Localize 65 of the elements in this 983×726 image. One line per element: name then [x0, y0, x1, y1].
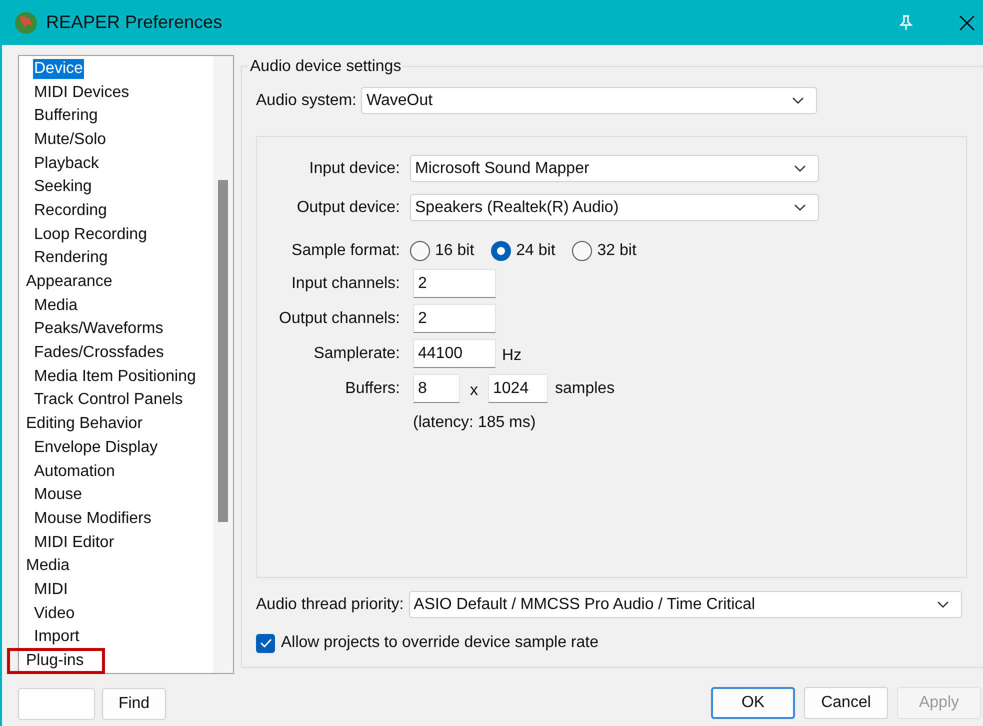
field-label: Output device: — [296, 198, 400, 218]
tree-item[interactable]: Mute/Solo — [33, 130, 108, 150]
checkbox-label: Allow projects to override device sample rate — [281, 633, 598, 653]
tree-item[interactable]: MIDI Devices — [33, 82, 130, 103]
dialog-button[interactable]: OK — [711, 687, 795, 719]
caret-icon — [792, 96, 804, 104]
tree-item[interactable]: Import — [33, 627, 80, 648]
tree-item[interactable]: Media — [33, 296, 79, 316]
field-label: Buffers: — [344, 378, 400, 398]
tree-item[interactable]: Playback — [33, 154, 100, 174]
latency-text: (latency: 185 ms) — [413, 413, 537, 433]
field-label: Input channels: — [290, 274, 400, 294]
tree-item[interactable]: Seeking — [33, 177, 93, 198]
close-icon[interactable] — [959, 14, 975, 30]
field-label: Audio thread priority: — [256, 594, 404, 614]
tree-item[interactable]: Plug-ins — [25, 651, 85, 672]
tree-item[interactable]: Recording — [33, 200, 108, 221]
search-field[interactable] — [18, 688, 95, 720]
dropdown[interactable]: WaveOut — [361, 87, 818, 114]
input-field[interactable]: 44100 — [413, 339, 496, 368]
tree-item[interactable]: Media — [25, 556, 71, 576]
unit-label: Hz — [502, 346, 522, 366]
multiply-label: x — [470, 380, 478, 400]
tree-item[interactable]: Fades/Crossfades — [33, 343, 165, 364]
tree-item[interactable]: Editing Behavior — [25, 414, 144, 434]
input-field[interactable]: 2 — [413, 304, 496, 333]
tree-item[interactable]: Video — [33, 604, 76, 624]
dropdown[interactable]: ASIO Default / MMCSS Pro Audio / Time Critical — [408, 591, 962, 618]
tree-item[interactable]: Track Control Panels — [33, 390, 184, 410]
field-label: Audio system: — [256, 90, 356, 110]
checkmark-icon — [260, 638, 272, 648]
dropdown[interactable]: Speakers (Realtek(R) Audio) — [410, 194, 819, 221]
field-label: Sample format: — [290, 241, 400, 261]
unit-label: samples — [555, 378, 615, 398]
tree-item[interactable]: Mouse Modifiers — [33, 508, 152, 529]
checkbox[interactable] — [256, 634, 275, 652]
tree-item[interactable]: Loop Recording — [33, 224, 148, 245]
window-title: REAPER Preferences — [46, 11, 222, 34]
dialog-button[interactable]: Cancel — [804, 687, 888, 719]
tree-item[interactable]: Rendering — [33, 248, 109, 268]
radio-button[interactable]: 16 bit — [410, 239, 474, 263]
app-logo-icon — [14, 10, 38, 34]
tree-item[interactable]: Mouse — [33, 485, 84, 506]
tree-item[interactable]: Buffering — [33, 106, 99, 126]
caret-icon — [936, 600, 949, 608]
tree-item[interactable]: Appearance — [25, 272, 114, 292]
tree-item[interactable]: MIDI Editor — [33, 532, 116, 553]
find-button[interactable]: Find — [102, 688, 166, 720]
input-field[interactable]: 1024 — [488, 374, 548, 403]
dropdown[interactable]: Microsoft Sound Mapper — [410, 155, 819, 182]
field-label: Output channels: — [278, 308, 400, 328]
tree-item[interactable]: Peaks/Waveforms — [33, 319, 164, 340]
caret-icon — [794, 164, 806, 172]
tree-item[interactable]: Automation — [33, 462, 116, 482]
tree-item[interactable]: Device — [33, 58, 84, 79]
tree-item[interactable]: Media Item Positioning — [33, 366, 197, 387]
input-field[interactable]: 2 — [413, 269, 496, 298]
radio-button[interactable]: 24 bit — [491, 239, 556, 263]
radio-button[interactable]: 32 bit — [572, 239, 636, 263]
tree-item[interactable]: Envelope Display — [33, 438, 159, 458]
input-field[interactable]: 8 — [413, 374, 460, 403]
caret-icon — [794, 204, 806, 212]
field-label: Samplerate: — [312, 344, 400, 364]
field-label: Input device: — [308, 158, 400, 178]
tree-item[interactable]: MIDI — [33, 580, 69, 600]
